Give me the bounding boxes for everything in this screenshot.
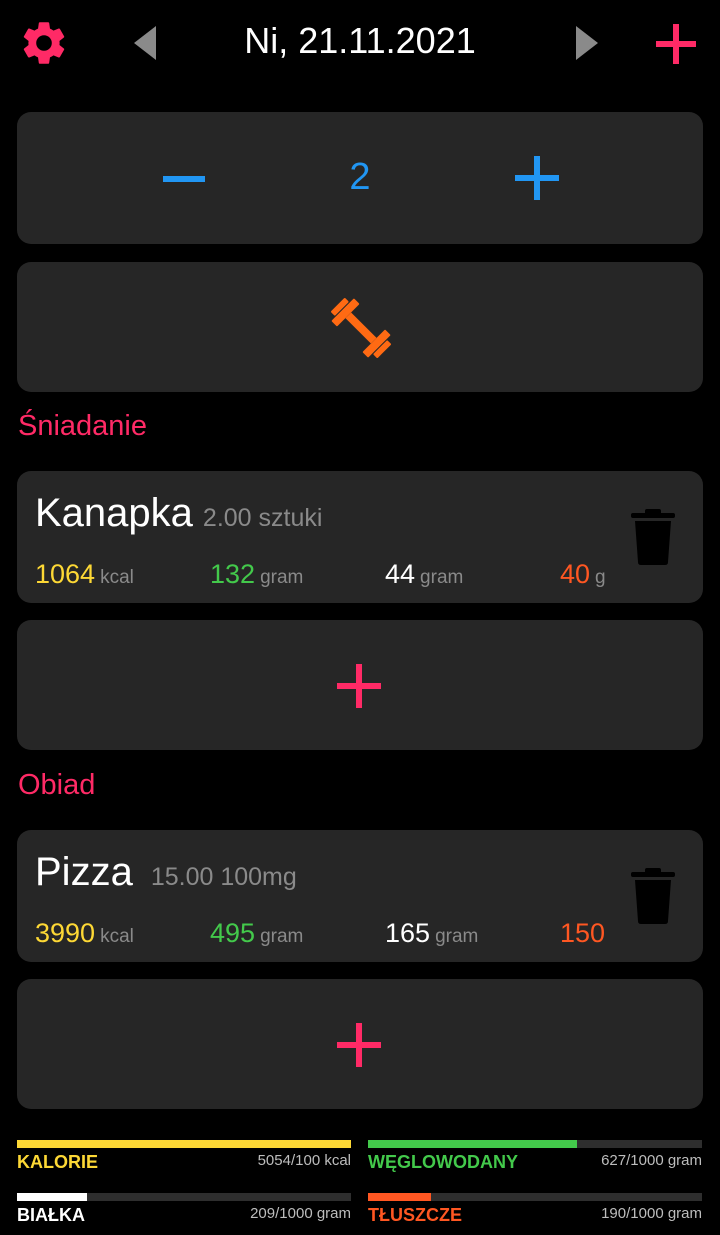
meal-name: Kanapka — [35, 491, 193, 535]
bar-label: WĘGLOWODANY — [368, 1152, 518, 1172]
bar-label: BIAŁKA — [17, 1205, 85, 1225]
gear-icon[interactable] — [18, 17, 70, 69]
carbs-value: 132 gram — [210, 559, 304, 589]
add-food-button[interactable] — [17, 620, 703, 750]
summary-bar-fat: TŁUSZCZE 190/1000 gram — [368, 1193, 702, 1235]
progress-track — [368, 1140, 702, 1148]
meal-name-line: Kanapka 2.00 sztuki — [35, 491, 322, 536]
plus-icon[interactable] — [515, 156, 559, 200]
section-title-lunch: Obiad — [18, 769, 96, 801]
progress-fill — [368, 1193, 432, 1201]
bar-value: 5054/100 kcal — [257, 1152, 351, 1169]
nutrition-row: 3990 kcal 495 gram 165 gram 150 — [35, 918, 605, 958]
summary-bar-protein: BIAŁKA 209/1000 gram — [17, 1193, 351, 1235]
protein-value: 44 gram — [385, 559, 464, 589]
top-bar: Ni, 21.11.2021 — [0, 0, 720, 88]
carbs-value: 495 gram — [210, 918, 304, 948]
fat-value: 40 g — [560, 559, 605, 589]
plus-icon — [337, 1023, 381, 1067]
meal-item-card[interactable]: Pizza 15.00 100mg 3990 kcal 495 gram 165 gra… — [17, 830, 703, 962]
progress-fill — [17, 1193, 87, 1201]
dumbbell-icon — [331, 298, 391, 358]
nutrition-row: 1064 kcal 132 gram 44 gram 40 g — [35, 559, 605, 599]
progress-track — [17, 1140, 351, 1148]
section-title-breakfast: Śniadanie — [18, 410, 147, 442]
meal-name-line: Pizza 15.00 100mg — [35, 850, 297, 895]
workout-card[interactable] — [17, 262, 703, 392]
kcal-value: 1064 kcal — [35, 559, 134, 589]
meal-item-card[interactable]: Kanapka 2.00 sztuki 1064 kcal 132 gram 44 gr… — [17, 471, 703, 603]
progress-track — [17, 1193, 351, 1201]
bar-value: 209/1000 gram — [250, 1205, 351, 1222]
meal-name: Pizza — [35, 850, 133, 894]
trash-icon[interactable] — [631, 509, 675, 565]
kcal-value: 3990 kcal — [35, 918, 134, 948]
plus-icon[interactable] — [656, 24, 696, 64]
counter-card: 2 — [17, 112, 703, 244]
fat-value: 150 — [560, 918, 605, 948]
progress-track — [368, 1193, 702, 1201]
arrow-left-icon[interactable] — [134, 26, 156, 60]
bar-value: 190/1000 gram — [601, 1205, 702, 1222]
counter-value: 2 — [349, 156, 371, 198]
add-food-button[interactable] — [17, 979, 703, 1109]
progress-fill — [17, 1140, 351, 1148]
protein-value: 165 gram — [385, 918, 479, 948]
arrow-right-icon[interactable] — [576, 26, 598, 60]
trash-icon[interactable] — [631, 868, 675, 924]
bar-label: KALORIE — [17, 1152, 98, 1172]
plus-icon — [337, 664, 381, 708]
summary-bar-calories: KALORIE 5054/100 kcal — [17, 1140, 351, 1192]
meal-quantity: 15.00 100mg — [150, 863, 297, 891]
progress-fill — [368, 1140, 578, 1148]
bar-value: 627/1000 gram — [601, 1152, 702, 1169]
summary-bar-carbs: WĘGLOWODANY 627/1000 gram — [368, 1140, 702, 1192]
date-title[interactable]: Ni, 21.11.2021 — [200, 20, 520, 62]
meal-quantity: 2.00 sztuki — [202, 504, 323, 532]
minus-icon[interactable] — [163, 158, 205, 200]
bar-label: TŁUSZCZE — [368, 1205, 462, 1225]
